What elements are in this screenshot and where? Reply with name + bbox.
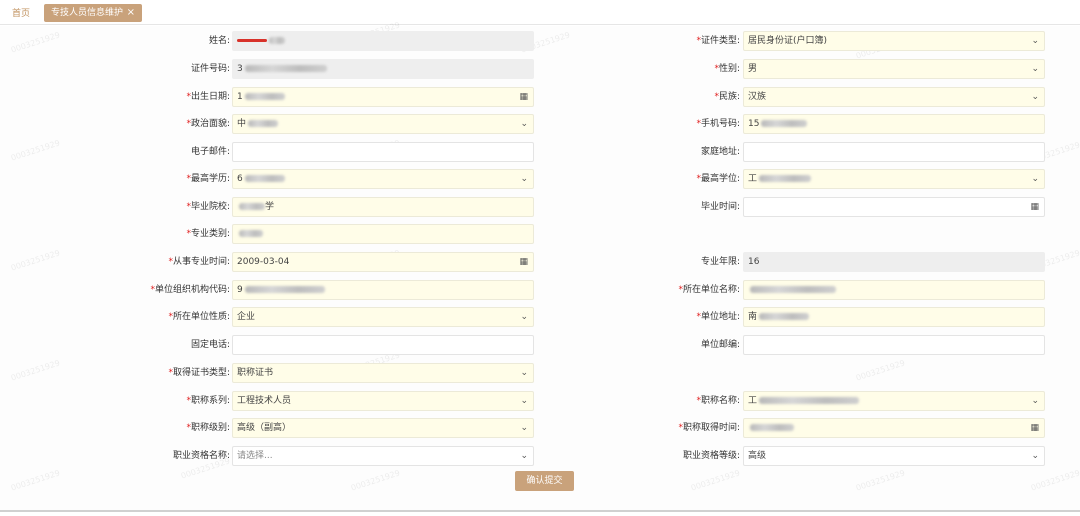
title-series-label: *职称系列:	[186, 396, 230, 406]
politics-select[interactable]: 中 ⌄	[232, 114, 534, 134]
tab-personnel-info-label: 专技人员信息维护	[51, 8, 124, 18]
qual-level-label: 职业资格等级:	[682, 451, 740, 461]
id-type-label: *证件类型:	[696, 36, 740, 46]
title-time-input[interactable]: ▦	[743, 418, 1045, 438]
title-time-label: *职称取得时间:	[678, 423, 740, 433]
cert-type-select[interactable]: 职称证书 ⌄	[232, 363, 534, 383]
landline-label: 固定电话:	[190, 340, 230, 350]
watermark-text: 0003251929	[349, 468, 402, 493]
phone-label: *手机号码:	[696, 119, 740, 129]
name-label: 姓名:	[208, 36, 230, 46]
chevron-down-icon: ⌄	[1031, 396, 1039, 406]
redacted-text	[244, 93, 285, 100]
gender-label: *性别:	[714, 64, 740, 74]
redacted-text	[239, 230, 263, 237]
years-field: 16	[743, 252, 1045, 272]
org-code-input[interactable]: 9	[232, 280, 534, 300]
home-address-label: 家庭地址:	[700, 147, 740, 157]
postcode-label: 单位邮编:	[700, 340, 740, 350]
chevron-down-icon: ⌄	[1031, 174, 1039, 184]
ethnicity-select[interactable]: 汉族 ⌄	[743, 87, 1045, 107]
home-address-input[interactable]	[743, 142, 1045, 162]
id-number-label: 证件号码:	[190, 64, 230, 74]
title-name-label: *职称名称:	[696, 396, 740, 406]
redacted-text	[239, 203, 265, 210]
id-type-select[interactable]: 居民身份证(户口簿) ⌄	[743, 31, 1045, 51]
degree-select[interactable]: 工 ⌄	[743, 169, 1045, 189]
name-field[interactable]	[232, 31, 534, 51]
chevron-down-icon: ⌄	[1031, 36, 1039, 46]
title-name-select[interactable]: 工 ⌄	[743, 391, 1045, 411]
watermark-text: 0003251929	[689, 468, 742, 493]
redacted-mark	[237, 39, 267, 42]
grad-time-label: 毕业时间:	[700, 202, 740, 212]
redacted-text	[759, 397, 860, 404]
org-nature-select[interactable]: 企业 ⌄	[232, 307, 534, 327]
chevron-down-icon: ⌄	[1031, 64, 1039, 74]
major-category-label: *专业类别:	[186, 229, 230, 239]
redacted-text	[244, 286, 325, 293]
redacted-text	[759, 313, 810, 320]
chevron-down-icon: ⌄	[1031, 92, 1039, 102]
close-icon[interactable]: ×	[127, 4, 135, 22]
org-name-input[interactable]	[743, 280, 1045, 300]
redacted-text	[248, 120, 279, 127]
start-work-label: *从事专业时间:	[168, 257, 230, 267]
years-label: 专业年限:	[700, 257, 740, 267]
title-series-select[interactable]: 工程技术人员 ⌄	[232, 391, 534, 411]
tab-home[interactable]: 首页	[12, 6, 30, 19]
org-address-label: *单位地址:	[696, 312, 740, 322]
education-label: *最高学历:	[186, 174, 230, 184]
phone-input[interactable]: 15	[743, 114, 1045, 134]
qual-level-select[interactable]: 高级 ⌄	[743, 446, 1045, 466]
org-name-label: *所在单位名称:	[678, 285, 740, 295]
birth-date-input[interactable]: 1 ▦	[232, 87, 534, 107]
form-area: 0003251929 0003251929 0003251929 0003251…	[0, 20, 1080, 512]
start-work-input[interactable]: 2009-03-04 ▦	[232, 252, 534, 272]
title-level-label: *职称级别:	[186, 423, 230, 433]
email-input[interactable]	[232, 142, 534, 162]
major-category-input[interactable]	[232, 224, 534, 244]
redacted-text	[750, 286, 836, 293]
tab-bar: 首页 专技人员信息维护 ×	[0, 0, 1080, 25]
redacted-text	[750, 424, 794, 431]
calendar-icon[interactable]: ▦	[1030, 419, 1039, 437]
watermark-text: 0003251929	[854, 468, 907, 493]
politics-label: *政治面貌:	[186, 119, 230, 129]
chevron-down-icon: ⌄	[1031, 451, 1039, 461]
birth-date-label: *出生日期:	[186, 92, 230, 102]
tab-personnel-info[interactable]: 专技人员信息维护 ×	[44, 4, 142, 22]
title-level-select[interactable]: 高级（副高） ⌄	[232, 418, 534, 438]
redacted-text	[244, 65, 327, 72]
redacted-text	[244, 175, 285, 182]
school-label: *毕业院校:	[186, 202, 230, 212]
org-address-input[interactable]: 南	[743, 307, 1045, 327]
watermark-text: 0003251929	[1029, 468, 1080, 493]
id-number-field[interactable]: 3	[232, 59, 534, 79]
grad-time-input[interactable]: ▦	[743, 197, 1045, 217]
redacted-text	[759, 175, 812, 182]
ethnicity-label: *民族:	[714, 92, 740, 102]
education-select[interactable]: 6 ⌄	[232, 169, 534, 189]
cert-type-label: *取得证书类型:	[168, 368, 230, 378]
watermark-text: 0003251929	[9, 468, 62, 493]
qual-name-label: 职业资格名称:	[172, 451, 230, 461]
submit-button[interactable]: 确认提交	[515, 471, 574, 491]
redacted-text	[761, 120, 808, 127]
chevron-down-icon: ⌄	[520, 368, 528, 378]
postcode-input[interactable]	[743, 335, 1045, 355]
watermark-text: 0003251929	[854, 358, 907, 383]
landline-input[interactable]	[232, 335, 534, 355]
redacted-text	[269, 37, 285, 44]
degree-label: *最高学位:	[696, 174, 740, 184]
school-input[interactable]: 学	[232, 197, 534, 217]
qual-name-select[interactable]: 请选择... ⌄	[232, 446, 534, 466]
bottom-divider	[0, 510, 1080, 512]
org-code-label: *单位组织机构代码:	[150, 285, 230, 295]
gender-select[interactable]: 男 ⌄	[743, 59, 1045, 79]
calendar-icon[interactable]: ▦	[1030, 198, 1039, 216]
email-label: 电子邮件:	[190, 147, 230, 157]
org-nature-label: *所在单位性质:	[168, 312, 230, 322]
